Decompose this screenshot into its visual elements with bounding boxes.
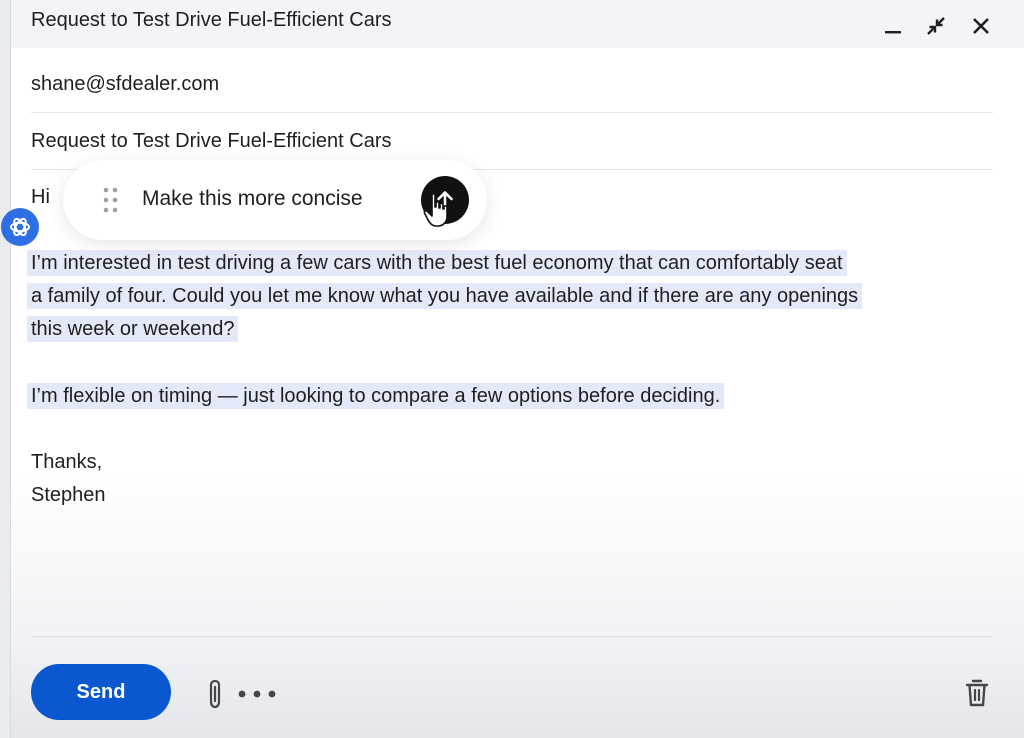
hand-cursor-icon (423, 193, 448, 227)
trash-icon[interactable] (965, 678, 989, 708)
body-line: I’m flexible on timing — just looking to… (27, 383, 725, 409)
body-line: a family of four. Could you let me know … (27, 283, 863, 309)
close-icon (973, 18, 989, 34)
subject-text: Request to Test Drive Fuel-Efficient Car… (31, 130, 392, 152)
title-bar: Request to Test Drive Fuel-Efficient Car… (11, 0, 1024, 48)
body-paragraph-1[interactable]: I’m interested in test driving a few car… (27, 247, 971, 346)
signature-block: Thanks, Stephen (31, 446, 106, 512)
compose-window: Request to Test Drive Fuel-Efficient Car… (1, 0, 1024, 738)
minimize-button[interactable] (881, 14, 905, 38)
more-options-icon[interactable] (237, 688, 277, 700)
assistant-badge[interactable] (1, 208, 39, 246)
send-button[interactable]: Send (31, 664, 171, 720)
body-paragraph-2[interactable]: I’m flexible on timing — just looking to… (27, 380, 725, 413)
to-recipient: shane@sfdealer.com (31, 73, 220, 95)
chatgpt-logo-icon (10, 217, 30, 237)
signoff: Thanks, (31, 451, 103, 473)
close-button[interactable] (969, 14, 993, 38)
minimize-icon (885, 31, 901, 34)
to-field[interactable]: shane@sfdealer.com (31, 70, 993, 113)
ai-prompt-text[interactable]: Make this more concise (142, 187, 363, 211)
paperclip-icon[interactable] (207, 678, 225, 710)
window-title: Request to Test Drive Fuel-Efficient Car… (31, 9, 392, 31)
collapse-button[interactable] (924, 14, 948, 38)
body-line: I’m interested in test driving a few car… (27, 250, 847, 276)
footer-divider (31, 636, 993, 637)
signature-name: Stephen (31, 484, 106, 506)
drag-handle-icon[interactable] (103, 187, 119, 213)
body-line: this week or weekend? (27, 316, 239, 342)
collapse-icon (927, 17, 945, 35)
greeting: Hi (31, 186, 50, 208)
